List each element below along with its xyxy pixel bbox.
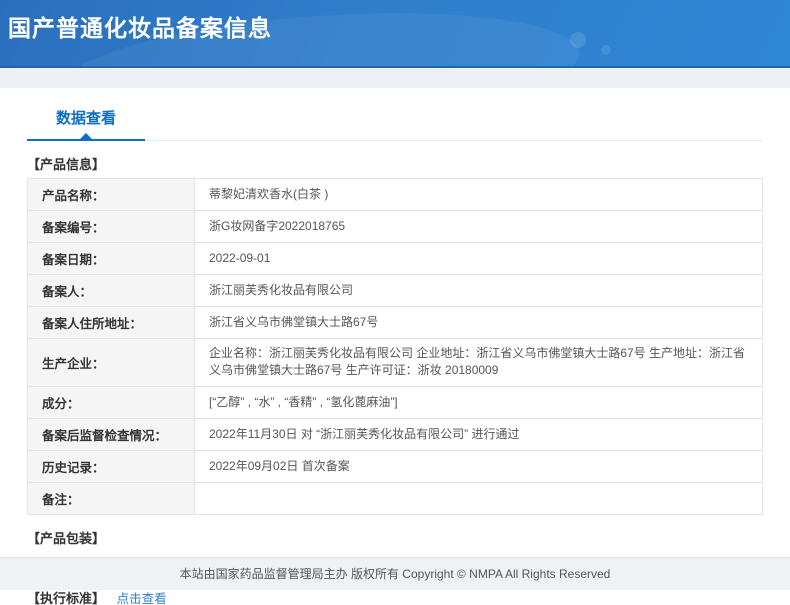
row-value: [“乙醇” , “水” , “香精” , “氢化蓖麻油”] (195, 386, 763, 418)
tab-data-view-label: 数据查看 (56, 110, 116, 127)
table-row: 生产企业： 企业名称：浙江丽芙秀化妆品有限公司 企业地址：浙江省义乌市佛堂镇大士… (28, 339, 763, 387)
row-value: 企业名称：浙江丽芙秀化妆品有限公司 企业地址：浙江省义乌市佛堂镇大士路67号 生… (195, 339, 763, 387)
row-label: 备案编号： (28, 211, 195, 243)
copyright-text: 本站由国家药品监督管理局主办 版权所有 Copyright © NMPA All… (180, 567, 611, 581)
row-label: 备案人住所地址： (28, 307, 195, 339)
table-row: 历史记录： 2022年09月02日 首次备案 (28, 450, 763, 482)
row-value (195, 482, 763, 514)
standard-section-title: 【执行标准】 (27, 591, 105, 605)
table-row: 备案日期： 2022-09-01 (28, 243, 763, 275)
product-info-table: 产品名称： 蒂黎妃清欢香水(白茶 ) 备案编号： 浙G妆网备字202201876… (27, 178, 763, 515)
table-row: 备案人住所地址： 浙江省义乌市佛堂镇大士路67号 (28, 307, 763, 339)
row-label: 成分： (28, 386, 195, 418)
tab-data-view[interactable]: 数据查看 (27, 103, 145, 140)
table-row: 备案编号： 浙G妆网备字2022018765 (28, 211, 763, 243)
page: 国产普通化妆品备案信息 数据查看 【产品信息】 产品名称： 蒂黎妃清欢香水(白茶… (0, 0, 790, 605)
product-info-section-title: 【产品信息】 (27, 154, 763, 173)
packaging-section-title: 【产品包装】 (27, 528, 763, 547)
row-value: 2022年09月02日 首次备案 (195, 450, 763, 482)
tab-active-underline (27, 139, 145, 141)
table-row: 备案后监督检查情况： 2022年11月30日 对 “浙江丽芙秀化妆品有限公司” … (28, 418, 763, 450)
row-label: 产品名称： (28, 179, 195, 211)
row-value: 浙G妆网备字2022018765 (195, 211, 763, 243)
main-content: 数据查看 【产品信息】 产品名称： 蒂黎妃清欢香水(白茶 ) 备案编号： 浙G妆… (0, 103, 790, 605)
row-label: 备注： (28, 482, 195, 514)
row-label: 历史记录： (28, 450, 195, 482)
table-row: 产品名称： 蒂黎妃清欢香水(白茶 ) (28, 179, 763, 211)
page-header: 国产普通化妆品备案信息 (0, 0, 790, 68)
row-value: 浙江丽芙秀化妆品有限公司 (195, 275, 763, 307)
row-label: 备案日期： (28, 243, 195, 275)
row-value: 2022年11月30日 对 “浙江丽芙秀化妆品有限公司” 进行通过 (195, 418, 763, 450)
standard-section: 【执行标准】 点击查看 (27, 588, 763, 605)
header-subband (0, 68, 790, 88)
page-footer: 本站由国家药品监督管理局主办 版权所有 Copyright © NMPA All… (0, 557, 790, 590)
row-value: 浙江省义乌市佛堂镇大士路67号 (195, 307, 763, 339)
row-value: 2022-09-01 (195, 243, 763, 275)
page-title: 国产普通化妆品备案信息 (8, 9, 790, 43)
row-label: 生产企业： (28, 339, 195, 387)
tab-active-arrow-icon (80, 133, 92, 139)
row-value: 蒂黎妃清欢香水(白茶 ) (195, 179, 763, 211)
tab-bar: 数据查看 (27, 103, 763, 141)
table-row: 备案人： 浙江丽芙秀化妆品有限公司 (28, 275, 763, 307)
row-label: 备案后监督检查情况： (28, 418, 195, 450)
row-label: 备案人： (28, 275, 195, 307)
standard-view-link[interactable]: 点击查看 (117, 592, 167, 605)
table-row: 成分： [“乙醇” , “水” , “香精” , “氢化蓖麻油”] (28, 386, 763, 418)
table-row: 备注： (28, 482, 763, 514)
